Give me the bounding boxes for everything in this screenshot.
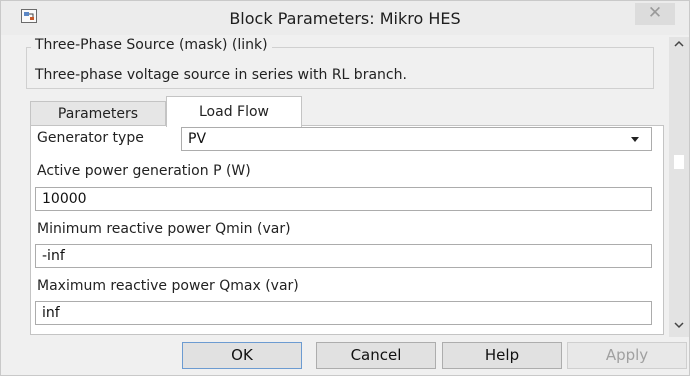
scroll-down-arrow-icon[interactable] bbox=[669, 319, 689, 335]
help-button[interactable]: Help bbox=[442, 342, 562, 369]
close-icon: ✕ bbox=[647, 3, 663, 23]
tab-load-flow[interactable]: Load Flow bbox=[166, 96, 302, 127]
active-power-label: Active power generation P (W) bbox=[37, 163, 251, 179]
generator-type-select[interactable]: PV bbox=[181, 127, 652, 151]
generator-type-label: Generator type bbox=[37, 130, 144, 146]
active-power-value: 10000 bbox=[42, 191, 87, 207]
mask-group-title: Three-Phase Source (mask) (link) bbox=[31, 37, 272, 53]
ok-button[interactable]: OK bbox=[182, 342, 302, 369]
qmin-field[interactable]: -inf bbox=[35, 244, 652, 268]
qmax-field[interactable]: inf bbox=[35, 301, 652, 325]
generator-type-value: PV bbox=[188, 131, 207, 147]
qmax-value: inf bbox=[42, 305, 60, 321]
scroll-up-arrow-icon[interactable] bbox=[669, 37, 689, 53]
qmin-value: -inf bbox=[42, 248, 65, 264]
cancel-button[interactable]: Cancel bbox=[316, 342, 436, 369]
chevron-down-icon bbox=[631, 137, 639, 142]
apply-button[interactable]: Apply bbox=[567, 342, 687, 369]
qmin-label: Minimum reactive power Qmin (var) bbox=[37, 221, 291, 237]
close-button[interactable]: ✕ bbox=[635, 3, 675, 25]
block-parameters-dialog: Block Parameters: Mikro HES ✕ Three-Phas… bbox=[0, 0, 690, 376]
qmax-label: Maximum reactive power Qmax (var) bbox=[37, 278, 299, 294]
vertical-scrollbar[interactable] bbox=[669, 37, 689, 337]
mask-description: Three-phase voltage source in series wit… bbox=[35, 67, 407, 83]
window-title: Block Parameters: Mikro HES bbox=[229, 9, 461, 28]
scrollbar-thumb[interactable] bbox=[674, 155, 684, 169]
tab-parameters[interactable]: Parameters bbox=[30, 101, 166, 126]
active-power-field[interactable]: 10000 bbox=[35, 187, 652, 211]
title-bar[interactable]: Block Parameters: Mikro HES ✕ bbox=[1, 1, 689, 35]
